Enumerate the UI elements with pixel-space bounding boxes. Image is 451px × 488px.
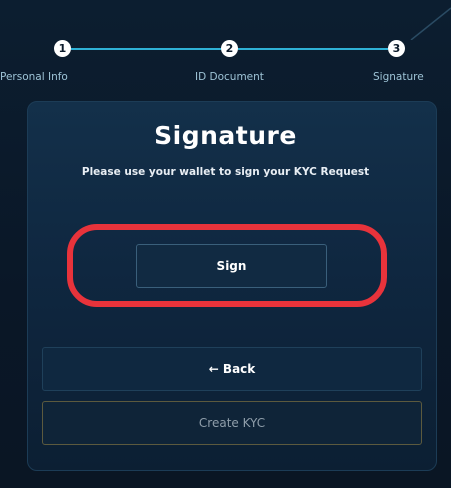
step-3-label: Signature bbox=[373, 71, 424, 83]
card-title: Signature bbox=[154, 121, 297, 150]
step-connector-1-2 bbox=[71, 48, 221, 50]
card-subtitle: Please use your wallet to sign your KYC … bbox=[81, 166, 370, 178]
step-1-label: Personal Info bbox=[0, 71, 68, 83]
step-3-indicator[interactable]: 3 bbox=[388, 40, 405, 57]
decorative-corner-line bbox=[410, 7, 451, 40]
highlight-annotation bbox=[67, 224, 387, 307]
step-1-indicator[interactable]: 1 bbox=[54, 40, 71, 57]
step-2-indicator[interactable]: 2 bbox=[221, 40, 238, 57]
back-button[interactable]: ← Back bbox=[42, 347, 422, 391]
create-kyc-button[interactable]: Create KYC bbox=[42, 401, 422, 445]
step-connector-2-3 bbox=[238, 48, 388, 50]
kyc-page: 1 2 3 Personal Info ID Document Signatur… bbox=[0, 0, 451, 488]
step-2-label: ID Document bbox=[195, 71, 264, 83]
